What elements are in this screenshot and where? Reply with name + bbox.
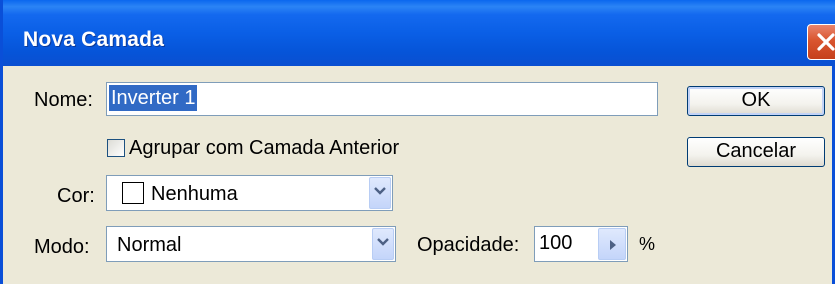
name-value: Inverter 1: [109, 85, 198, 111]
chevron-down-icon: [374, 187, 386, 195]
opacity-unit: %: [639, 234, 656, 254]
name-field[interactable]: Inverter 1: [106, 82, 658, 116]
color-swatch: [122, 182, 144, 204]
color-label: Cor:: [57, 185, 95, 207]
chevron-down-icon: [377, 238, 389, 246]
dialog-title: Nova Camada: [23, 28, 165, 51]
ok-button[interactable]: OK: [687, 86, 825, 116]
new-layer-dialog: Nova Camada Nome: Inverter 1 Agrupar com…: [0, 0, 835, 284]
color-dropdown[interactable]: Nenhuma: [106, 175, 393, 211]
opacity-label: Opacidade:: [417, 234, 520, 256]
close-icon: [817, 33, 835, 51]
color-value: Nenhuma: [151, 183, 238, 205]
triangle-right-icon: [610, 240, 616, 250]
mode-dropdown-button[interactable]: [372, 228, 394, 260]
title-bar[interactable]: Nova Camada: [3, 0, 835, 66]
cancel-button[interactable]: Cancelar: [687, 137, 825, 167]
mode-label: Modo:: [34, 236, 90, 258]
group-checkbox[interactable]: [107, 139, 125, 157]
close-button[interactable]: [807, 24, 835, 60]
name-label: Nome:: [34, 89, 93, 111]
mode-value: Normal: [117, 234, 182, 256]
group-checkbox-label[interactable]: Agrupar com Camada Anterior: [129, 137, 399, 160]
color-dropdown-button[interactable]: [369, 177, 391, 209]
opacity-field[interactable]: 100: [534, 226, 628, 262]
opacity-slider-button[interactable]: [598, 228, 626, 260]
opacity-value: 100: [539, 232, 573, 254]
mode-dropdown[interactable]: Normal: [106, 226, 396, 262]
